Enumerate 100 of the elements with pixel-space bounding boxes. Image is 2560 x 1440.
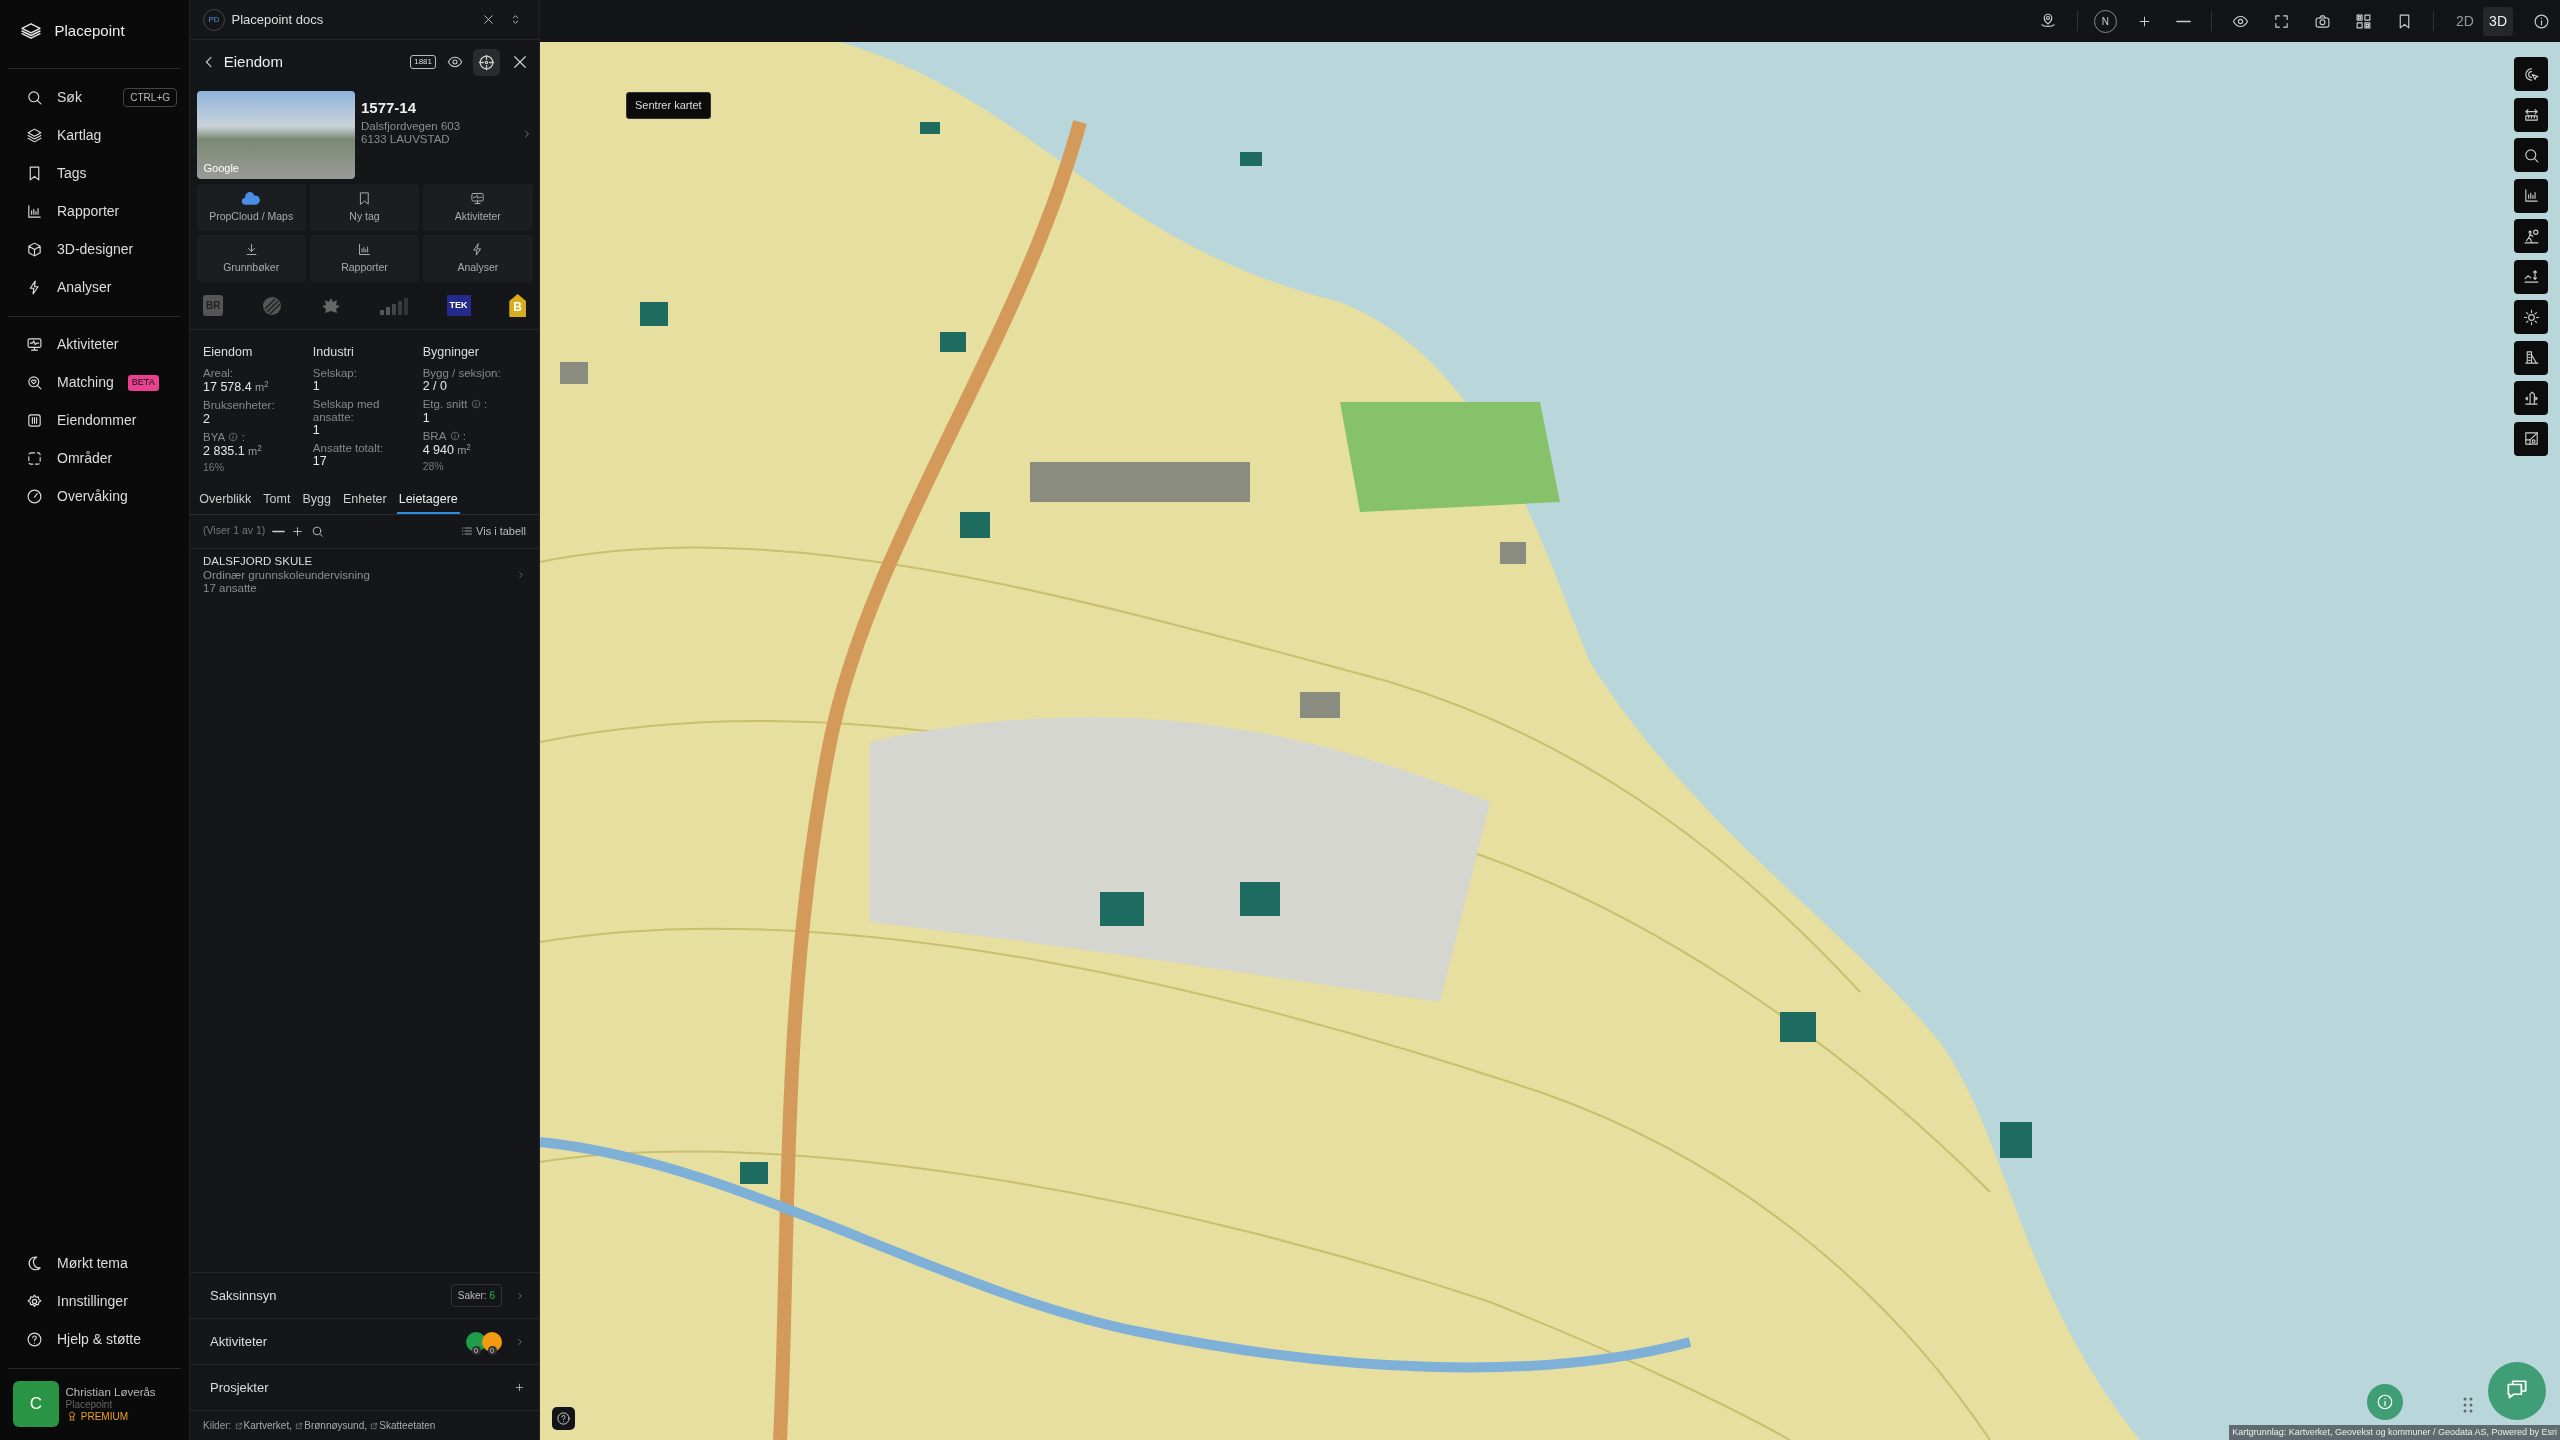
logo-icon bbox=[19, 22, 42, 40]
plus-icon bbox=[291, 524, 305, 538]
address-text: Dalsfjordvegen 603 bbox=[361, 119, 461, 133]
tab[interactable]: Leietagere bbox=[396, 486, 460, 514]
section-row[interactable]: Prosjekter bbox=[190, 1364, 539, 1410]
monitor-icon bbox=[470, 190, 486, 206]
directory-badge[interactable]: 1881 bbox=[410, 55, 436, 69]
center-map-button[interactable] bbox=[473, 48, 500, 76]
nav-item[interactable]: Mørkt tema bbox=[0, 1244, 189, 1283]
section-title: Aktiviteter bbox=[210, 1332, 268, 1351]
chevron-right-icon bbox=[515, 1336, 525, 1347]
layers-icon bbox=[26, 126, 43, 144]
info-icon bbox=[2376, 1393, 2394, 1411]
striped-circle-icon[interactable] bbox=[262, 295, 283, 316]
unit-text: m$^{2}$ bbox=[254, 378, 269, 395]
tab[interactable]: Bygg bbox=[300, 486, 333, 514]
property-id: 1577-14 bbox=[361, 98, 418, 118]
map-tool-button[interactable] bbox=[2514, 219, 2548, 253]
map-tool-button[interactable] bbox=[2514, 178, 2548, 213]
map-tool-button[interactable] bbox=[2514, 259, 2548, 294]
help-button[interactable] bbox=[552, 1407, 575, 1430]
tab[interactable]: Tomt bbox=[261, 486, 293, 514]
action-button[interactable]: Aktiviteter bbox=[423, 184, 533, 231]
postal-text: 6133 LAUVSTAD bbox=[361, 132, 451, 146]
nav-item[interactable]: Områder bbox=[0, 439, 189, 478]
tab[interactable]: Enheter bbox=[340, 486, 389, 514]
bar-chart-icon bbox=[357, 241, 372, 257]
section-row[interactable]: Saksinnsyn Saker: 6 bbox=[190, 1272, 539, 1318]
collapse-button[interactable] bbox=[271, 529, 285, 533]
building-arrows-icon bbox=[2522, 389, 2540, 407]
source-link[interactable]: Kartverket, bbox=[234, 1418, 292, 1433]
map-tool-button[interactable] bbox=[2514, 57, 2548, 91]
eye-icon bbox=[446, 54, 463, 70]
map-tool-button[interactable] bbox=[2514, 421, 2548, 456]
view-mode-toggle[interactable]: 3D bbox=[2483, 6, 2513, 36]
nav-item[interactable]: Matching BETA bbox=[0, 363, 189, 402]
stat-label: Bruksenheter: bbox=[203, 399, 275, 412]
map-tool-button[interactable] bbox=[2514, 300, 2548, 334]
action-button[interactable]: PropCloud / Maps bbox=[196, 184, 306, 231]
stat-value: 17 bbox=[312, 454, 327, 470]
help-icon bbox=[556, 1411, 571, 1426]
nav-item[interactable]: 3D-designer bbox=[0, 230, 189, 269]
cursor-icon bbox=[2522, 65, 2540, 83]
crest-icon[interactable] bbox=[321, 296, 341, 315]
bookmark-icon bbox=[357, 190, 372, 206]
map-tool-button[interactable] bbox=[2514, 97, 2548, 132]
nav-item[interactable]: Eiendommer bbox=[0, 401, 189, 440]
colon: : bbox=[241, 431, 245, 444]
signal-bars-icon[interactable] bbox=[379, 296, 408, 315]
view-mode-toggle[interactable]: 2D bbox=[2449, 6, 2480, 36]
stat-value: 2 bbox=[203, 411, 210, 428]
stat-label: BYA bbox=[203, 431, 226, 444]
table-view-link[interactable]: Vis i tabell bbox=[460, 523, 526, 540]
employee-count: 17 ansatte bbox=[203, 581, 258, 595]
walking-person-icon bbox=[2522, 227, 2540, 245]
search-heart-icon bbox=[26, 374, 43, 392]
column-heading: Bygninger bbox=[422, 344, 480, 361]
settings-icon bbox=[26, 1292, 43, 1310]
nav-item[interactable]: Kartlag bbox=[0, 116, 189, 155]
colon: : bbox=[483, 398, 488, 411]
drag-handle-icon[interactable] bbox=[2463, 1397, 2473, 1413]
nav-item[interactable]: Rapporter bbox=[0, 192, 189, 231]
nav-item[interactable]: Søk CTRL+G bbox=[0, 78, 189, 117]
monitor-icon bbox=[26, 336, 43, 354]
map-tool-button[interactable] bbox=[2514, 138, 2548, 172]
unit-text: m$^{2}$ bbox=[247, 443, 262, 460]
chevron-right-icon bbox=[515, 1290, 525, 1301]
sources-label: Kilder: bbox=[203, 1419, 232, 1433]
stat-label: Areal: bbox=[203, 366, 234, 379]
stat-label: Bygg / seksjon: bbox=[422, 366, 501, 379]
nav-item[interactable]: Innstillinger bbox=[0, 1282, 189, 1321]
column-heading: Eiendom bbox=[203, 344, 254, 361]
grid-icon bbox=[2354, 12, 2372, 30]
nav-item[interactable]: Overvåking bbox=[0, 477, 189, 516]
stat-label: Ansatte totalt: bbox=[312, 442, 384, 455]
search-button[interactable] bbox=[310, 524, 324, 538]
tek-logo[interactable]: TEK bbox=[446, 294, 471, 317]
action-button[interactable]: Ny tag bbox=[309, 184, 420, 231]
user-name: Christian Løverås bbox=[65, 1385, 156, 1399]
case-count-badge: Saker: 6 bbox=[450, 1284, 502, 1307]
source-link[interactable]: Brønnøysund, bbox=[295, 1418, 368, 1433]
map-tool-button[interactable] bbox=[2514, 381, 2548, 415]
source-link[interactable]: Skatteetaten bbox=[370, 1418, 436, 1433]
stat-value: 4 940 bbox=[422, 443, 454, 459]
plan-label: PREMIUM bbox=[80, 1410, 128, 1423]
search-icon bbox=[310, 524, 324, 538]
action-button[interactable]: Grunnbøker bbox=[196, 235, 306, 282]
nav-item[interactable]: Tags bbox=[0, 154, 189, 193]
percent-text: 28% bbox=[422, 458, 445, 474]
map-tool-button[interactable] bbox=[2514, 340, 2548, 375]
tenant-row[interactable]: DALSFJORD SKULE Ordinær grunnskoleundervisning 17 ansatte bbox=[190, 548, 539, 602]
nav-item[interactable]: Analyser bbox=[0, 268, 189, 307]
action-button[interactable]: Rapporter bbox=[309, 235, 420, 282]
gauge-icon bbox=[26, 488, 43, 506]
beta-badge: BETA bbox=[127, 375, 159, 391]
add-button[interactable] bbox=[291, 524, 305, 538]
tab[interactable]: Overblikk bbox=[197, 486, 254, 514]
nav-item[interactable]: Hjelp & støtte bbox=[0, 1320, 189, 1359]
action-button[interactable]: Analyser bbox=[423, 235, 533, 282]
nav-item[interactable]: Aktiviteter bbox=[0, 325, 189, 364]
